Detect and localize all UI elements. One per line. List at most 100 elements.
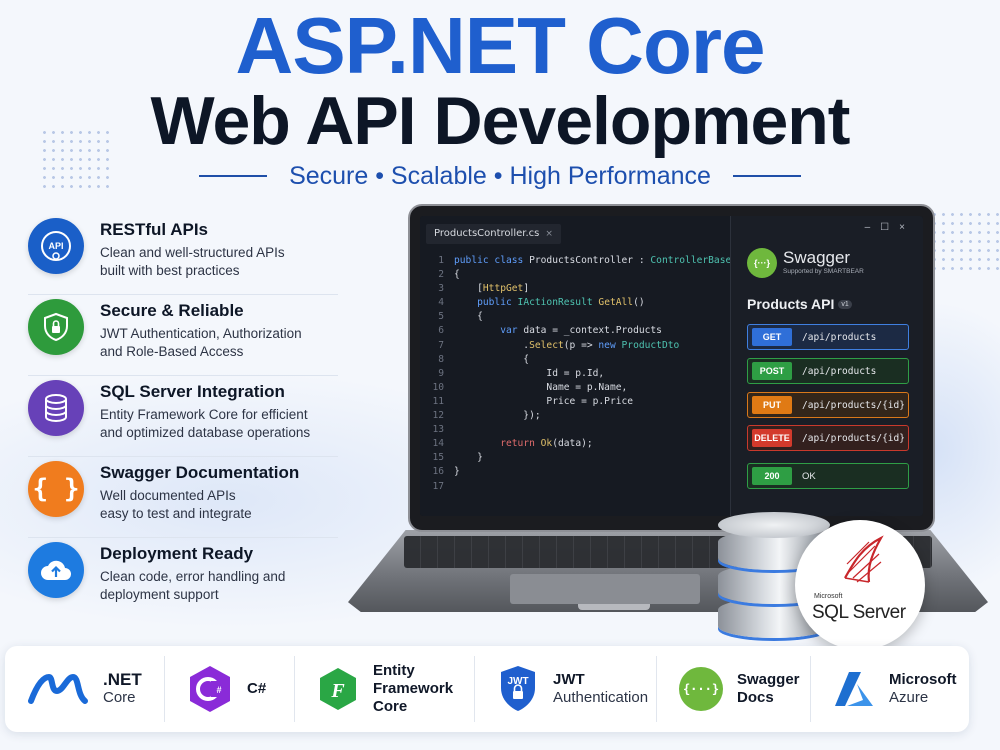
code-line: 4 public IActionResult GetAll(): [420, 296, 731, 310]
feature-item: SQL Server Integration Entity Framework …: [28, 376, 338, 457]
tech-csharp: # C#: [165, 656, 295, 722]
laptop-screen: ProductsController.cs × 1 public class Pro…: [408, 204, 935, 532]
sql-server-vendor: Microsoft: [814, 593, 843, 600]
page-subtitle: Web API Development: [150, 83, 851, 159]
curly-braces-icon: { }: [28, 461, 84, 517]
endpoint-path: /api/products: [802, 365, 877, 377]
line-number: 11: [432, 395, 444, 407]
tech-title: JWT: [553, 671, 585, 688]
tech-title: Microsoft: [889, 671, 957, 688]
feature-desc: JWT Authentication, Authorization: [100, 326, 302, 341]
feature-title: RESTful APIs: [100, 220, 208, 239]
api-title: Products API v1: [747, 296, 852, 312]
feature-desc: built with best practices: [100, 263, 240, 278]
line-number: 9: [438, 367, 444, 379]
code-line: 10 Name = p.Name,: [420, 381, 731, 395]
feature-item: API RESTful APIs Clean and well-structur…: [28, 214, 338, 295]
line-number: 13: [432, 424, 444, 436]
tech-entity-framework: F Entity Framework Core: [295, 656, 475, 722]
code-line: 2{: [420, 268, 731, 282]
sql-server-badge: [795, 520, 925, 650]
feature-desc: and optimized database operations: [100, 425, 311, 440]
tech-title: Docs: [737, 689, 774, 706]
line-number: 2: [438, 269, 444, 281]
feature-desc: deployment support: [100, 587, 219, 602]
csharp-logo-icon: #: [190, 666, 230, 712]
db-disk-top: [718, 512, 830, 538]
tech-azure: Microsoft Azure: [811, 656, 969, 722]
code-line: 7 .Select(p => new ProductDto: [420, 339, 731, 353]
feature-item: Secure & Reliable JWT Authentication, Au…: [28, 295, 338, 376]
line-number: 12: [432, 410, 444, 422]
line-number: 4: [438, 297, 444, 309]
feature-desc: easy to test and integrate: [100, 506, 252, 521]
method-badge: POST: [752, 362, 792, 380]
line-number: 7: [438, 339, 444, 351]
tech-title: C#: [247, 680, 267, 697]
svg-text:F: F: [330, 680, 345, 702]
swagger-brand: Swagger: [783, 248, 851, 267]
tech-subtitle: Azure: [889, 689, 929, 706]
endpoint-delete[interactable]: DELETE /api/products/{id}: [747, 425, 909, 451]
feature-desc: Well documented APIs: [100, 488, 236, 503]
laptop-trackpad: [510, 574, 700, 604]
status-text: OK: [802, 470, 816, 482]
swagger-logo-icon: {···}: [747, 248, 777, 278]
tech-stack-bar: .NET Core # C# F Entity Framework Core J…: [5, 646, 969, 732]
line-number: 3: [438, 283, 444, 295]
line-number: 6: [438, 325, 444, 337]
code-line: 17: [420, 480, 731, 494]
screen-display: ProductsController.cs × 1 public class Pro…: [420, 216, 923, 516]
divider: [199, 175, 268, 177]
tagline-row: Secure • Scalable • High Performance: [0, 160, 1000, 192]
line-number: 5: [438, 311, 444, 323]
feature-desc: Clean code, error handling and: [100, 569, 286, 584]
database-icon: [28, 380, 84, 436]
code-block: 1 public class ProductsController : Contr…: [420, 254, 731, 494]
window-controls[interactable]: –☐×: [865, 222, 915, 233]
close-icon[interactable]: ×: [545, 229, 553, 239]
method-badge: GET: [752, 328, 792, 346]
entity-framework-icon: F: [320, 668, 356, 710]
swagger-panel: –☐× {···} Swagger Supported by SMARTBEAR…: [730, 216, 923, 516]
response-200[interactable]: 200 OK: [747, 463, 909, 489]
code-line: 6 var data = _context.Products: [420, 324, 731, 338]
line-number: 17: [432, 480, 444, 492]
endpoint-post[interactable]: POST /api/products: [747, 358, 909, 384]
feature-title: Swagger Documentation: [100, 463, 300, 482]
dotnet-logo-icon: [28, 673, 88, 704]
feature-item: Deployment Ready Clean code, error handl…: [28, 538, 338, 619]
status-badge: 200: [752, 467, 792, 485]
code-line: 15 }: [420, 451, 731, 465]
method-badge: DELETE: [752, 429, 792, 447]
dot-pattern: [930, 210, 1000, 270]
endpoint-put[interactable]: PUT /api/products/{id}: [747, 392, 909, 418]
api-gear-icon: API: [28, 218, 84, 274]
feature-title: Deployment Ready: [100, 544, 254, 563]
svg-text:API: API: [48, 241, 63, 251]
tech-subtitle: Authentication: [553, 689, 649, 706]
line-number: 1: [438, 255, 444, 266]
method-badge: PUT: [752, 396, 792, 414]
line-number: 16: [432, 466, 444, 478]
code-line: 16}: [420, 465, 731, 479]
divider: [732, 175, 801, 177]
feature-item: { } Swagger Documentation Well documente…: [28, 457, 338, 538]
editor-tab[interactable]: ProductsController.cs ×: [426, 224, 561, 244]
line-number: 10: [432, 381, 444, 393]
code-line: 13: [420, 423, 731, 437]
sql-server-name: SQL Server: [812, 602, 906, 623]
swagger-logo-icon: {···}: [679, 667, 723, 711]
endpoint-get[interactable]: GET /api/products: [747, 324, 909, 350]
api-title-text: Products API: [747, 296, 835, 312]
jwt-shield-icon: JWT: [501, 666, 535, 711]
swagger-supported-by: Supported by SMARTBEAR: [783, 268, 864, 275]
code-line: 5 {: [420, 310, 731, 324]
endpoint-path: /api/products: [802, 331, 877, 343]
tech-title: Core: [373, 698, 408, 715]
line-number: 15: [432, 452, 444, 464]
code-line: 11 Price = p.Price: [420, 395, 731, 409]
code-line: 12 });: [420, 409, 731, 423]
code-editor: ProductsController.cs × 1 public class Pro…: [420, 216, 731, 516]
laptop-notch: [578, 604, 650, 610]
